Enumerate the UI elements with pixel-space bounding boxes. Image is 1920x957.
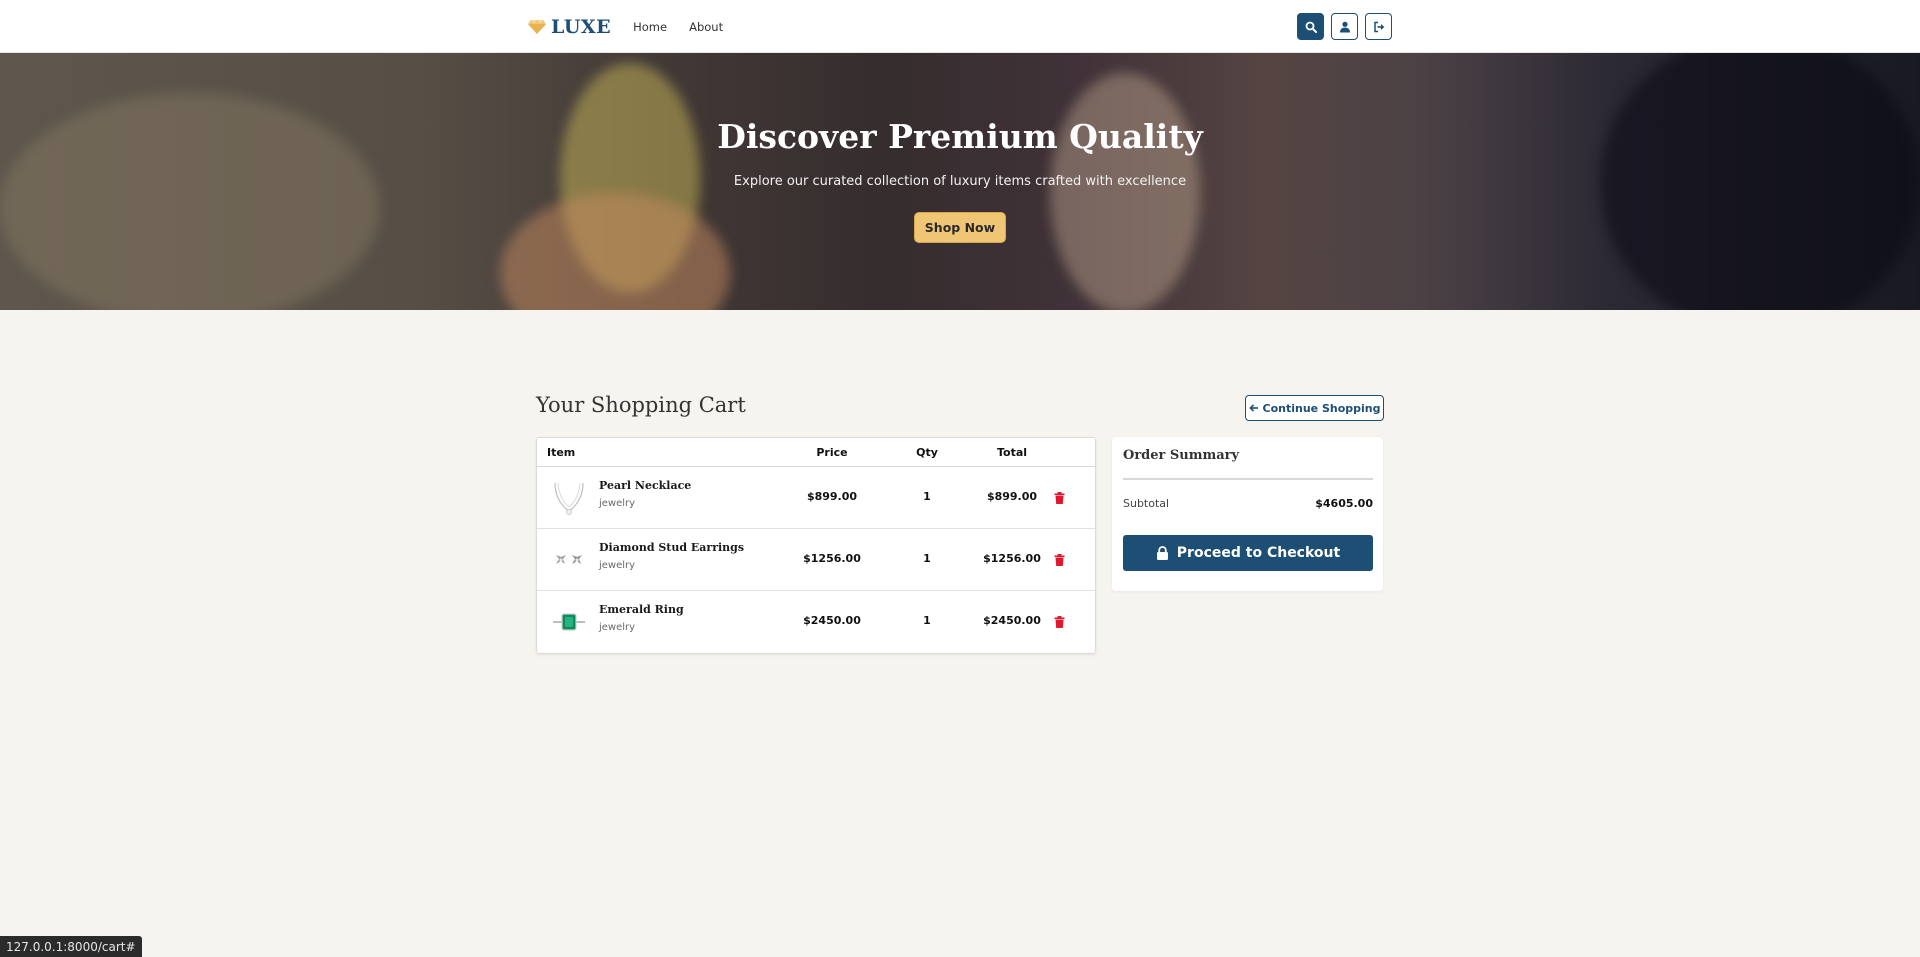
shop-now-button[interactable]: Shop Now	[914, 212, 1006, 243]
subtotal-value: $4605.00	[1315, 497, 1373, 510]
user-icon	[1339, 21, 1350, 32]
ring-thumb-icon	[553, 613, 585, 631]
item-qty: 1	[923, 614, 931, 627]
order-summary-title: Order Summary	[1123, 448, 1240, 463]
trash-icon[interactable]	[1054, 492, 1065, 504]
divider	[1123, 478, 1373, 480]
table-row: Diamond Stud Earrings jewelry $1256.00 1…	[537, 529, 1095, 591]
item-category: jewelry	[599, 560, 636, 571]
trash-icon[interactable]	[1054, 554, 1065, 566]
column-header-price: Price	[816, 446, 848, 459]
item-total: $899.00	[986, 490, 1038, 503]
necklace-thumb-icon	[554, 482, 584, 515]
item-category: jewelry	[599, 622, 636, 633]
navbar: LUXE Home About	[0, 0, 1920, 53]
item-category: jewelry	[599, 498, 636, 509]
brand-logo[interactable]: LUXE	[528, 16, 611, 38]
continue-shopping-label: Continue Shopping	[1262, 401, 1381, 415]
item-name: Pearl Necklace	[599, 479, 692, 492]
item-qty: 1	[923, 552, 931, 565]
brand-name: LUXE	[551, 15, 612, 38]
hero-subtitle: Explore our curated collection of luxury…	[733, 174, 1187, 189]
table-row: Emerald Ring jewelry $2450.00 1 $2450.00	[537, 591, 1095, 653]
navbar-container: LUXE Home About	[528, 0, 1392, 53]
column-header-item: Item	[547, 446, 576, 459]
search-icon	[1305, 21, 1317, 33]
order-summary-card: Order Summary Subtotal $4605.00 Proceed …	[1112, 437, 1383, 591]
nav-links: Home About	[633, 20, 723, 34]
logout-icon	[1373, 21, 1384, 32]
nav-link-about[interactable]: About	[689, 20, 723, 34]
arrow-left-icon	[1248, 404, 1258, 412]
diamond-icon	[528, 19, 546, 34]
nav-link-home[interactable]: Home	[633, 20, 667, 34]
item-total: $1256.00	[983, 552, 1041, 565]
table-header: Item Price Qty Total	[537, 438, 1095, 467]
browser-status-url: 127.0.0.1:8000/cart#	[0, 936, 142, 957]
checkout-label: Proceed to Checkout	[1176, 545, 1341, 561]
logout-button[interactable]	[1365, 13, 1392, 40]
nav-actions	[1297, 13, 1392, 40]
item-name: Emerald Ring	[599, 603, 684, 616]
trash-icon[interactable]	[1054, 616, 1065, 628]
continue-shopping-button[interactable]: Continue Shopping	[1245, 395, 1384, 421]
account-button[interactable]	[1331, 13, 1358, 40]
cart-table: Item Price Qty Total Pearl Necklace jewe…	[536, 437, 1096, 654]
item-qty: 1	[923, 490, 931, 503]
earrings-thumb-icon	[556, 555, 582, 564]
column-header-qty: Qty	[916, 446, 938, 459]
table-row: Pearl Necklace jewelry $899.00 1 $899.00	[537, 467, 1095, 529]
hero-content: Discover Premium Quality Explore our cur…	[0, 53, 1920, 310]
item-total: $2450.00	[983, 614, 1041, 627]
search-button[interactable]	[1297, 13, 1324, 40]
item-name: Diamond Stud Earrings	[599, 541, 745, 554]
lock-icon	[1156, 546, 1168, 560]
item-price: $2450.00	[803, 614, 861, 627]
subtotal-label: Subtotal	[1123, 497, 1170, 510]
hero-banner: Discover Premium Quality Explore our cur…	[0, 53, 1920, 310]
checkout-button[interactable]: Proceed to Checkout	[1123, 535, 1373, 571]
item-price: $1256.00	[803, 552, 861, 565]
item-price: $899.00	[806, 490, 858, 503]
page-title: Your Shopping Cart	[536, 393, 746, 417]
hero-title: Discover Premium Quality	[717, 117, 1203, 156]
column-header-total: Total	[996, 446, 1028, 459]
